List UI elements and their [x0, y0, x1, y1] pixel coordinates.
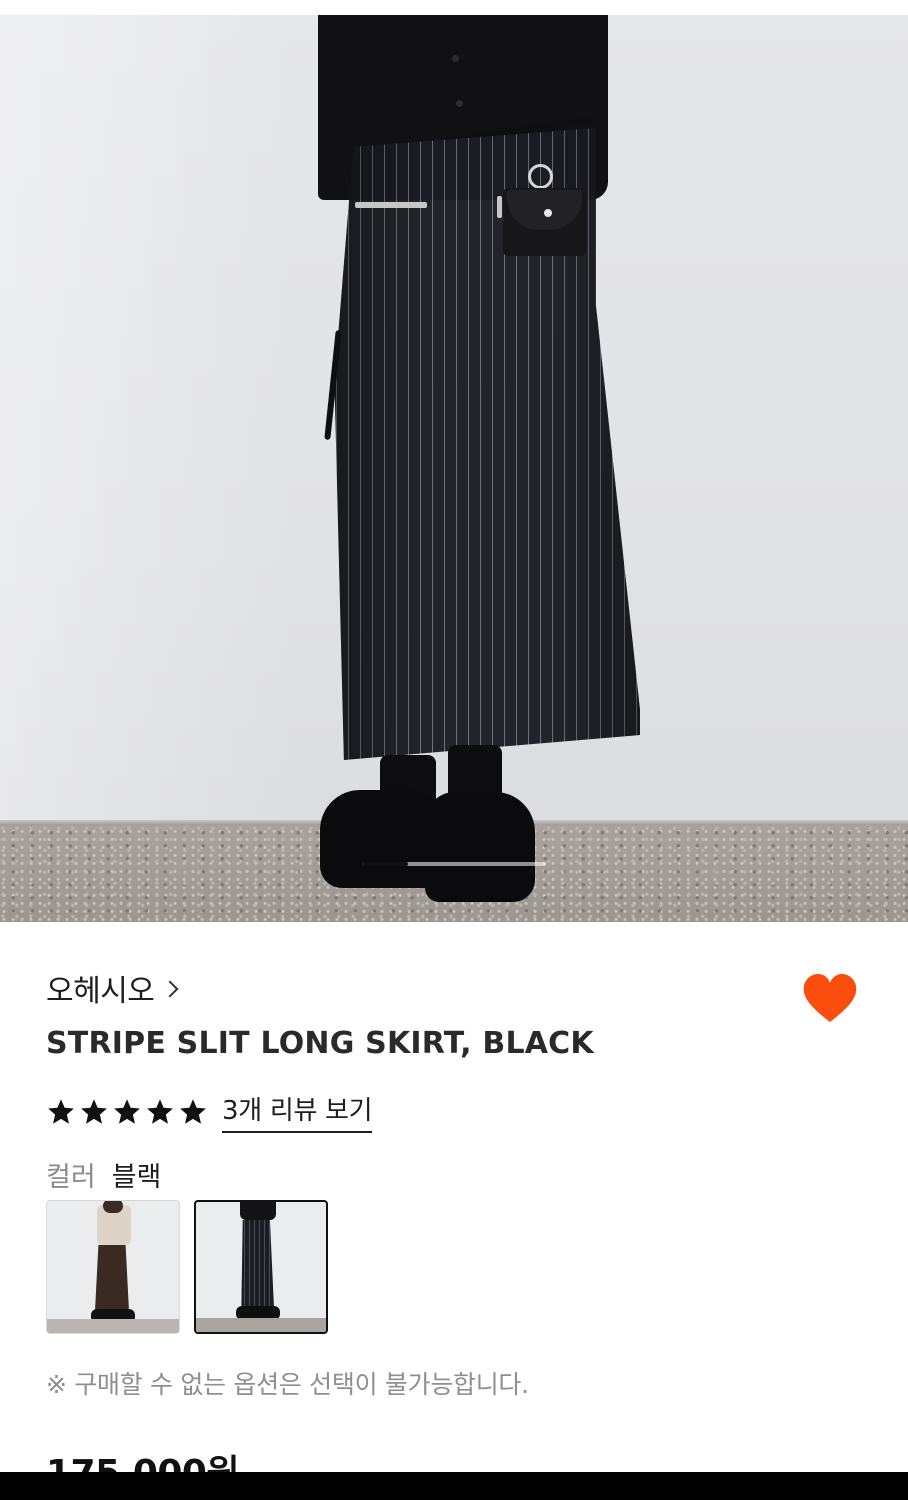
bottom-bar — [0, 1472, 908, 1500]
color-swatches — [46, 1200, 328, 1334]
star-icon — [180, 1098, 206, 1124]
heart-icon — [803, 974, 857, 1022]
swatch-black[interactable] — [194, 1200, 328, 1334]
option-notice: ※ 구매할 수 없는 옵션은 선택이 불가능합니다. — [46, 1370, 529, 1399]
brand-link[interactable]: 오헤시오 — [46, 966, 179, 1010]
color-value: 블랙 — [111, 1162, 162, 1193]
gallery-pager — [362, 862, 546, 866]
rating-stars — [46, 1097, 208, 1127]
brand-name: 오헤시오 — [46, 974, 155, 1009]
color-label: 컬러 — [46, 1162, 96, 1193]
star-icon — [114, 1098, 140, 1124]
swatch-brown[interactable] — [46, 1200, 180, 1334]
gallery-pager-progress — [362, 862, 408, 866]
model-shoe-left — [320, 790, 438, 888]
model-shoe-right — [425, 792, 535, 902]
review-link[interactable]: 3개 리뷰 보기 — [222, 1090, 373, 1133]
wishlist-button[interactable] — [800, 970, 860, 1026]
product-hero-image[interactable] — [0, 0, 908, 922]
rating-row: 3개 리뷰 보기 — [46, 1090, 373, 1133]
product-detail-page: 오헤시오 STRIPE SLIT LONG SKIRT, BLACK 3개 리뷰… — [0, 0, 908, 1500]
star-icon — [81, 1098, 107, 1124]
chevron-right-icon — [161, 980, 179, 998]
product-title: STRIPE SLIT LONG SKIRT, BLACK — [46, 1026, 594, 1061]
star-icon — [147, 1098, 173, 1124]
color-option-row: 컬러 블랙 — [46, 1155, 161, 1194]
star-icon — [48, 1098, 74, 1124]
